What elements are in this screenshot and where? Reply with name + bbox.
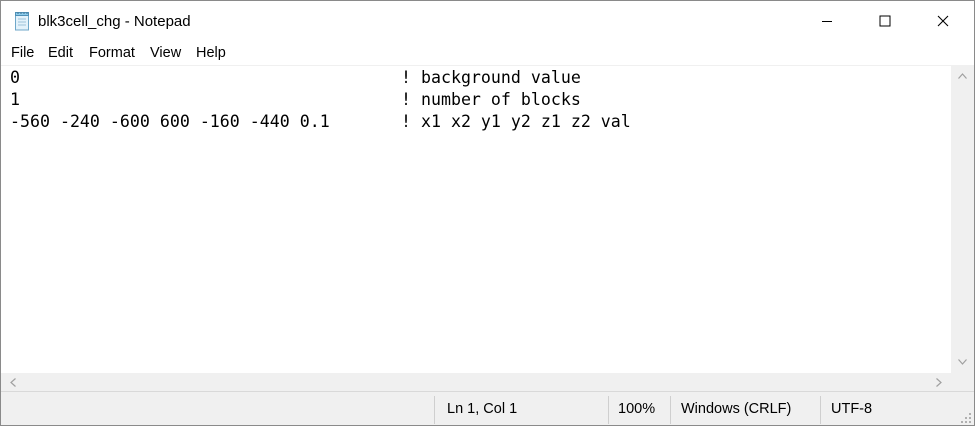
menu-format[interactable]: Format bbox=[89, 45, 135, 62]
text-line: 0 ! background value bbox=[10, 67, 910, 89]
notepad-icon bbox=[15, 12, 29, 31]
status-zoom: 100% bbox=[618, 401, 656, 417]
chevron-right-icon bbox=[936, 377, 942, 387]
text-line: -560 -240 -600 600 -160 -440 0.1 ! x1 x2… bbox=[10, 111, 910, 133]
close-button[interactable] bbox=[914, 1, 972, 41]
status-cursor-position: Ln 1, Col 1 bbox=[447, 401, 518, 417]
notepad-window: blk3cell_chg - Notepad File Edit Format … bbox=[0, 0, 975, 426]
line-value: 1 bbox=[10, 90, 20, 109]
horizontal-scrollbar[interactable] bbox=[1, 373, 951, 391]
vertical-scrollbar[interactable] bbox=[951, 65, 974, 373]
line-comment: ! background value bbox=[401, 68, 581, 87]
status-bar: Ln 1, Col 1 100% Windows (CRLF) UTF-8 bbox=[1, 391, 974, 425]
scroll-up-button[interactable] bbox=[951, 65, 974, 87]
status-divider bbox=[608, 396, 609, 424]
scroll-down-button[interactable] bbox=[951, 351, 974, 373]
chevron-up-icon bbox=[958, 73, 967, 79]
line-value: -560 -240 -600 600 -160 -440 0.1 bbox=[10, 112, 330, 131]
maximize-button[interactable] bbox=[856, 1, 914, 41]
status-divider bbox=[820, 396, 821, 424]
menu-help[interactable]: Help bbox=[196, 45, 226, 62]
scroll-left-button[interactable] bbox=[1, 373, 25, 391]
line-comment: ! x1 x2 y1 y2 z1 z2 val bbox=[401, 112, 631, 131]
chevron-left-icon bbox=[10, 377, 16, 387]
status-line-ending: Windows (CRLF) bbox=[681, 401, 792, 417]
minimize-button[interactable] bbox=[798, 1, 856, 41]
title-bar[interactable]: blk3cell_chg - Notepad bbox=[1, 1, 974, 41]
menu-view[interactable]: View bbox=[150, 45, 181, 62]
scroll-right-button[interactable] bbox=[927, 373, 951, 391]
window-title: blk3cell_chg - Notepad bbox=[38, 13, 191, 30]
minimize-icon bbox=[822, 21, 832, 22]
menu-bar: File Edit Format View Help bbox=[1, 41, 974, 65]
text-line: 1 ! number of blocks bbox=[10, 89, 910, 111]
line-value: 0 bbox=[10, 68, 20, 87]
line-comment: ! number of blocks bbox=[401, 90, 581, 109]
status-encoding: UTF-8 bbox=[831, 401, 873, 417]
maximize-icon bbox=[879, 15, 891, 27]
status-divider bbox=[670, 396, 671, 424]
menu-file[interactable]: File bbox=[11, 45, 34, 62]
text-editor[interactable]: 0 ! background value 1 ! number of block… bbox=[1, 65, 951, 374]
scrollbar-corner bbox=[951, 373, 974, 391]
status-divider bbox=[434, 396, 435, 424]
resize-grip-icon[interactable] bbox=[960, 412, 972, 424]
chevron-down-icon bbox=[958, 359, 967, 365]
menu-edit[interactable]: Edit bbox=[48, 45, 73, 62]
close-icon bbox=[937, 15, 949, 27]
